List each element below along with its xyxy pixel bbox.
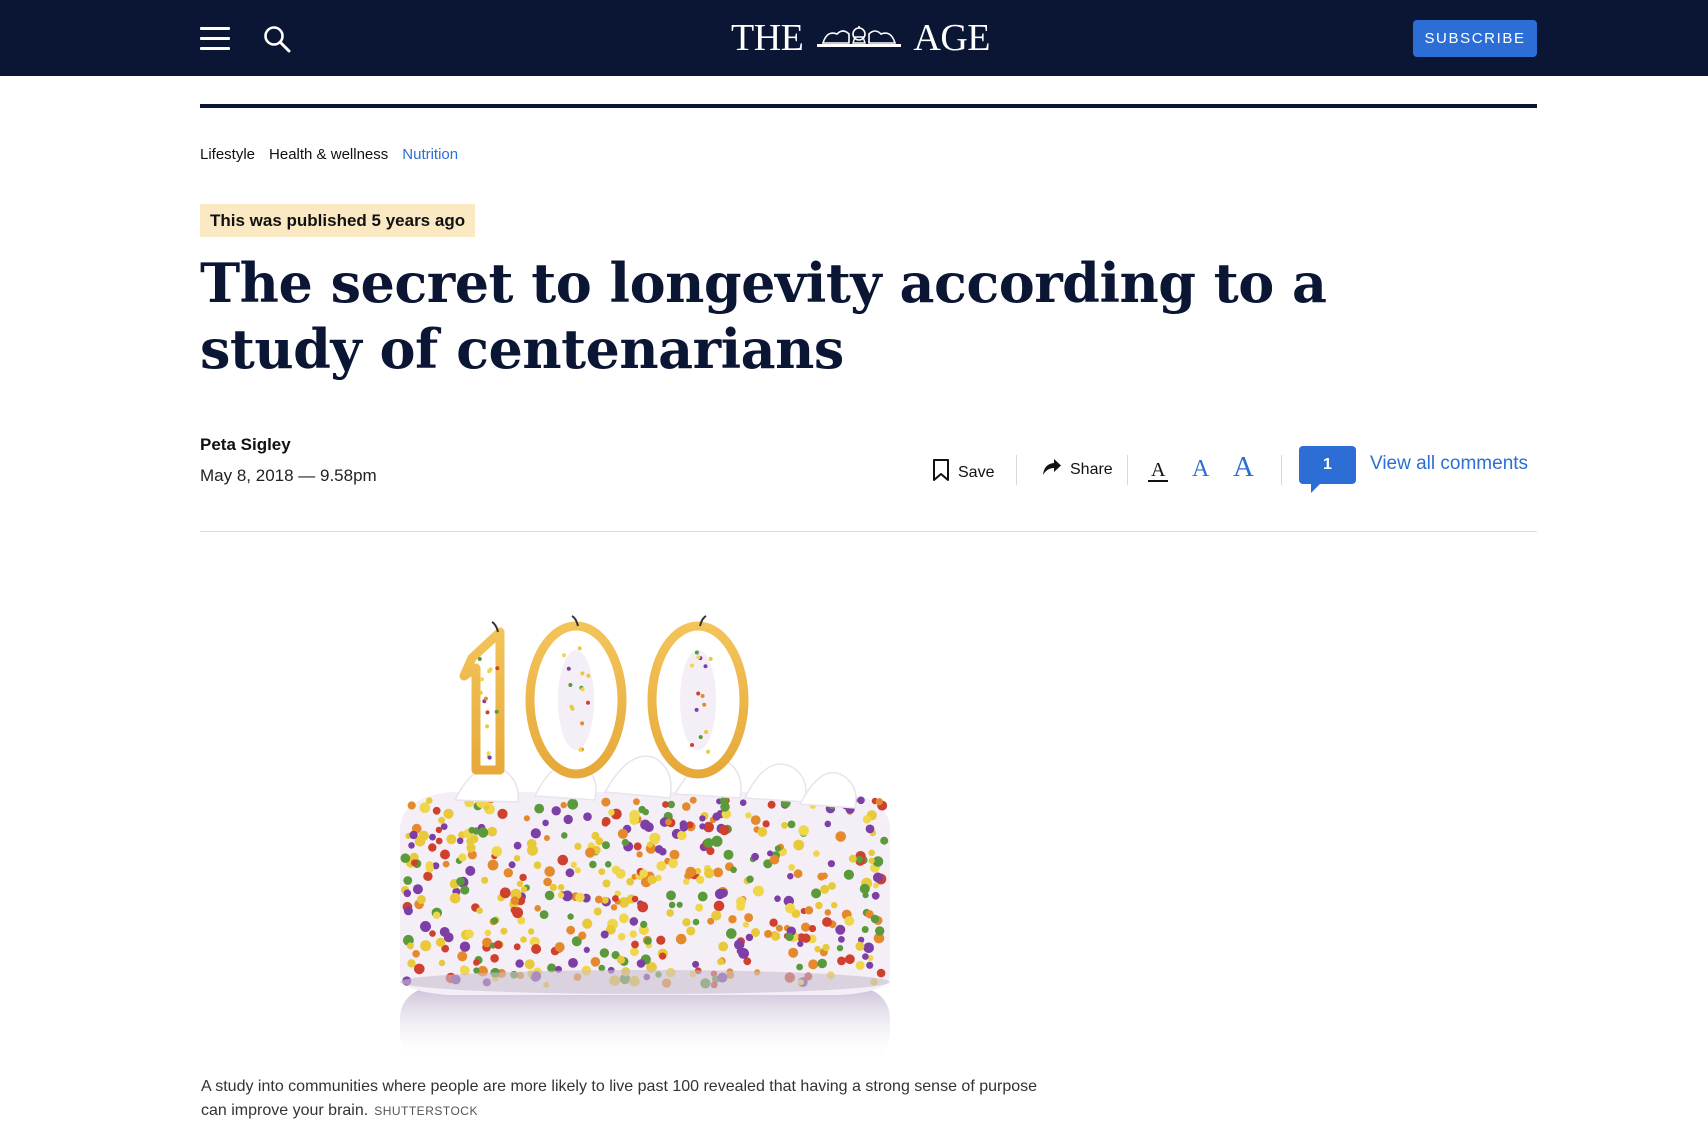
author-name[interactable]: Peta Sigley (200, 435, 291, 455)
tool-divider (1281, 455, 1282, 485)
save-button[interactable]: Save (932, 458, 994, 487)
breadcrumb-nutrition[interactable]: Nutrition (402, 146, 458, 163)
header-divider (200, 104, 1537, 108)
logo-text-the: THE (731, 17, 804, 59)
hamburger-menu-icon[interactable] (200, 27, 230, 50)
breadcrumb: Lifestyle Health & wellness Nutrition (200, 146, 458, 163)
bookmark-icon (932, 458, 950, 487)
comment-count-badge[interactable]: 1 (1299, 446, 1356, 493)
subscribe-button[interactable]: SUBSCRIBE (1413, 20, 1537, 57)
tool-divider (1127, 455, 1128, 485)
font-size-large-button[interactable]: A (1233, 451, 1254, 484)
site-logo[interactable]: THE AGE (731, 16, 1005, 60)
font-size-medium-button[interactable]: A (1192, 456, 1209, 483)
share-button[interactable]: Share (1042, 458, 1113, 481)
tool-divider (1016, 455, 1017, 485)
site-header: THE AGE SUBSCRIBE (0, 0, 1708, 76)
view-all-comments-link[interactable]: View all comments (1370, 453, 1528, 475)
breadcrumb-health-wellness[interactable]: Health & wellness (269, 146, 388, 163)
image-credit: SHUTTERSTOCK (374, 1104, 478, 1118)
byline-divider (200, 531, 1537, 532)
logo-text-age: AGE (913, 17, 990, 59)
share-label: Share (1070, 460, 1113, 478)
article-headline: The secret to longevity according to a s… (200, 251, 1327, 381)
image-caption: A study into communities where people ar… (201, 1075, 1061, 1123)
share-arrow-icon (1042, 458, 1062, 481)
article-hero-image (200, 560, 1060, 1065)
font-size-small-button[interactable]: A (1148, 460, 1169, 482)
publish-date: May 8, 2018 — 9.58pm (200, 466, 377, 485)
breadcrumb-lifestyle[interactable]: Lifestyle (200, 146, 255, 163)
save-label: Save (958, 463, 995, 481)
published-notice-badge: This was published 5 years ago (200, 204, 476, 237)
search-icon[interactable] (262, 24, 292, 54)
caption-text: A study into communities where people ar… (201, 1078, 1038, 1119)
crest-icon (813, 16, 905, 60)
